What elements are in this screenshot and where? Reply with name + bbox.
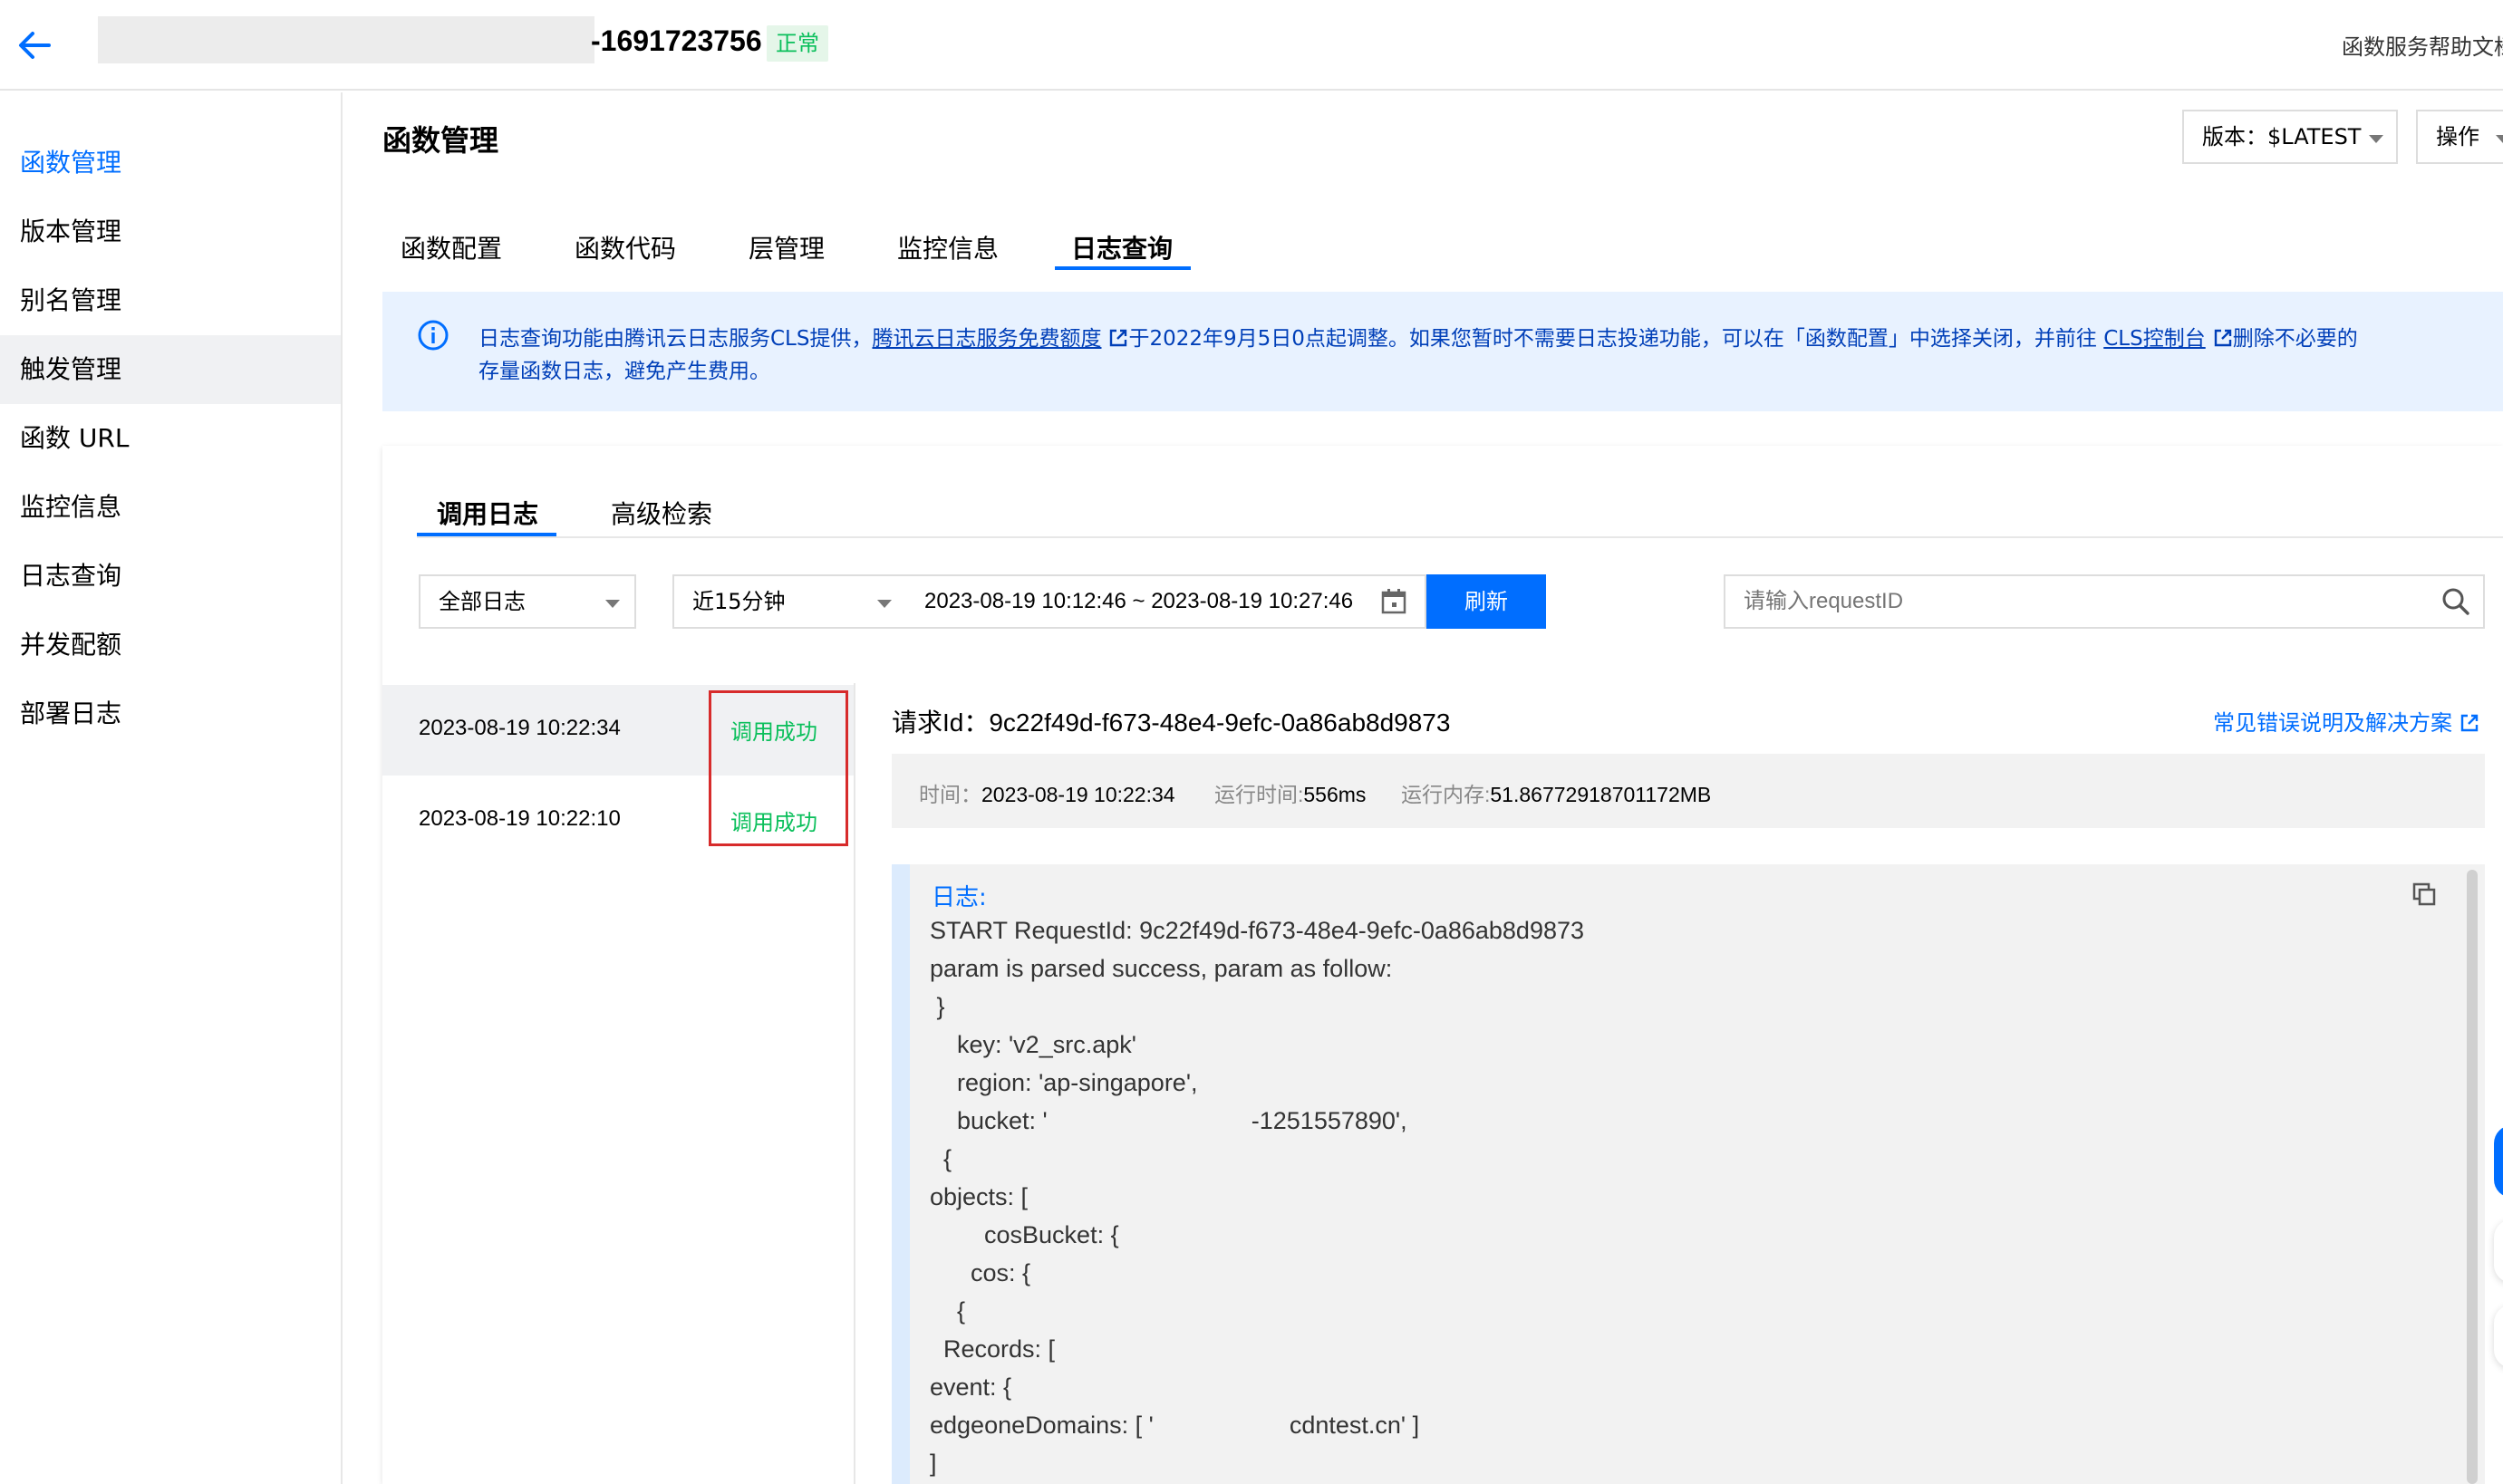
- tab-layer-management[interactable]: 层管理: [749, 229, 825, 265]
- redacted-function-name: [98, 16, 594, 63]
- chevron-down-icon: [877, 600, 892, 608]
- log-line: ]: [930, 1450, 937, 1477]
- sub-tab-divider: [417, 536, 2503, 538]
- meta-duration-value: 556ms: [1303, 783, 1367, 806]
- status-highlight-box: [709, 690, 848, 846]
- active-sub-tab-indicator: [417, 533, 556, 536]
- top-bar: -1691723756 正常 函数服务帮助文档: [0, 0, 2503, 91]
- request-id-value: 9c22f49d-f673-48e4-9efc-0a86ab8d9873: [989, 708, 1451, 737]
- calendar-icon[interactable]: [1379, 587, 1408, 616]
- tab-monitoring[interactable]: 监控信息: [897, 229, 999, 265]
- notice-text-part-1: 日志查询功能由腾讯云日志服务CLS提供，: [478, 327, 873, 351]
- sidebar-item-function-management[interactable]: 函数管理: [0, 129, 341, 198]
- refresh-button[interactable]: 刷新: [1426, 574, 1546, 629]
- log-line: region: 'ap-singapore',: [930, 1069, 1198, 1096]
- sidebar-item-alias-management[interactable]: 别名管理: [0, 266, 341, 335]
- log-line: }: [930, 993, 945, 1020]
- date-range-picker[interactable]: 2023-08-19 10:12:46 ~ 2023-08-19 10:27:4…: [906, 574, 1426, 629]
- invocation-time: 2023-08-19 10:22:10: [419, 806, 621, 831]
- log-line: bucket: ' -1251557890',: [930, 1107, 1407, 1134]
- search-icon[interactable]: [2440, 585, 2472, 618]
- info-notice: [382, 292, 2503, 411]
- sidebar-item-concurrency-quota[interactable]: 并发配额: [0, 611, 341, 679]
- log-type-select[interactable]: 全部日志: [419, 574, 636, 629]
- log-scrollbar[interactable]: [2467, 870, 2478, 1484]
- status-badge: 正常: [767, 25, 828, 62]
- cls-free-quota-link[interactable]: 腾讯云日志服务免费额度: [872, 327, 1101, 351]
- log-line: edgeoneDomains: [ ' cdntest.cn' ]: [930, 1412, 1420, 1439]
- chevron-down-icon: [2496, 135, 2503, 143]
- meta-memory-label: 运行内存:: [1401, 783, 1491, 806]
- notice-text-line-1: 日志查询功能由腾讯云日志服务CLS提供，腾讯云日志服务免费额度 于2022年9月5…: [478, 321, 2358, 352]
- sidebar-item-deploy-log[interactable]: 部署日志: [0, 679, 341, 748]
- version-select[interactable]: 版本：$LATEST: [2182, 110, 2398, 164]
- sub-tab-advanced-search[interactable]: 高级检索: [611, 495, 712, 531]
- meta-duration-label: 运行时间:: [1214, 783, 1304, 806]
- sidebar-item-trigger-management[interactable]: 触发管理: [0, 335, 341, 404]
- floating-assistant-button[interactable]: [2494, 1125, 2503, 1198]
- external-link-icon: [2460, 714, 2479, 732]
- sub-tab-invocation-log[interactable]: 调用日志: [437, 495, 538, 531]
- request-id-label: 请求Id：: [892, 708, 990, 737]
- log-line: {: [930, 1145, 952, 1172]
- meta-time-label: 时间：: [919, 783, 981, 806]
- chevron-down-icon: [2369, 135, 2383, 143]
- copy-icon[interactable]: [2411, 881, 2438, 908]
- back-arrow-icon[interactable]: [13, 25, 56, 65]
- active-tab-indicator: [1055, 266, 1191, 270]
- tab-function-code[interactable]: 函数代码: [575, 229, 676, 265]
- sidebar-item-function-url[interactable]: 函数 URL: [0, 404, 341, 473]
- time-preset-select-value: 近15分钟: [692, 589, 786, 614]
- log-line: key: 'v2_src.apk': [930, 1031, 1136, 1058]
- log-line: objects: [: [930, 1183, 1029, 1210]
- faq-link[interactable]: 常见错误说明及解决方案: [2213, 705, 2479, 737]
- version-select-value: 版本：$LATEST: [2202, 124, 2362, 149]
- notice-text-line-2: 存量函数日志，避免产生费用。: [478, 360, 770, 383]
- sidebar-item-version-management[interactable]: 版本管理: [0, 198, 341, 266]
- invocation-time: 2023-08-19 10:22:34: [419, 716, 621, 740]
- sidebar-item-log-query[interactable]: 日志查询: [0, 542, 341, 611]
- info-icon: [418, 320, 449, 351]
- log-heading: 日志:: [932, 884, 987, 911]
- tab-log-query[interactable]: 日志查询: [1071, 229, 1173, 265]
- log-line: Records: [: [930, 1335, 1056, 1363]
- meta-time-value: 2023-08-19 10:22:34: [981, 783, 1175, 806]
- log-line: {: [930, 1297, 966, 1325]
- log-line: START RequestId: 9c22f49d-f673-48e4-9efc…: [930, 917, 1585, 944]
- cls-console-link[interactable]: CLS控制台: [2103, 327, 2205, 351]
- help-doc-link[interactable]: 函数服务帮助文档: [2342, 29, 2503, 61]
- page-title: 函数管理: [382, 123, 499, 158]
- meta-memory-value: 51.86772918701172MB: [1490, 783, 1712, 806]
- log-line: param is parsed success, param as follow…: [930, 955, 1393, 982]
- tab-function-config[interactable]: 函数配置: [401, 229, 502, 265]
- notice-text-part-3: 删除不必要的: [2232, 327, 2358, 351]
- external-link-icon: [1110, 329, 1127, 347]
- meta-memory: 运行内存:51.86772918701172MB: [1401, 777, 1711, 808]
- floating-tool-button[interactable]: [2494, 1305, 2503, 1368]
- request-id-search-input[interactable]: [1724, 574, 2485, 629]
- log-line: cosBucket: {: [930, 1221, 1119, 1248]
- log-type-select-value: 全部日志: [439, 589, 526, 614]
- time-preset-select[interactable]: 近15分钟: [672, 574, 908, 629]
- operation-select[interactable]: 操作: [2416, 110, 2503, 164]
- log-line: event: {: [930, 1373, 1012, 1401]
- log-line: cos: {: [930, 1259, 1031, 1286]
- meta-duration: 运行时间:556ms: [1214, 777, 1366, 808]
- function-id-suffix: -1691723756: [591, 24, 762, 57]
- notice-text-part-2: 于2022年9月5日0点起调整。如果您暂时不需要日志投递功能，可以在「函数配置」…: [1128, 327, 2097, 351]
- operation-select-label: 操作: [2436, 124, 2479, 149]
- sidebar-item-monitoring[interactable]: 监控信息: [0, 473, 341, 542]
- request-id-line: 请求Id：9c22f49d-f673-48e4-9efc-0a86ab8d987…: [892, 703, 1450, 739]
- floating-tool-button[interactable]: [2494, 1219, 2503, 1283]
- external-link-icon: [2214, 329, 2231, 347]
- date-range-value: 2023-08-19 10:12:46 ~ 2023-08-19 10:27:4…: [924, 589, 1354, 613]
- meta-time: 时间：2023-08-19 10:22:34: [919, 777, 1175, 808]
- faq-link-label: 常见错误说明及解决方案: [2213, 710, 2452, 736]
- chevron-down-icon: [605, 600, 620, 608]
